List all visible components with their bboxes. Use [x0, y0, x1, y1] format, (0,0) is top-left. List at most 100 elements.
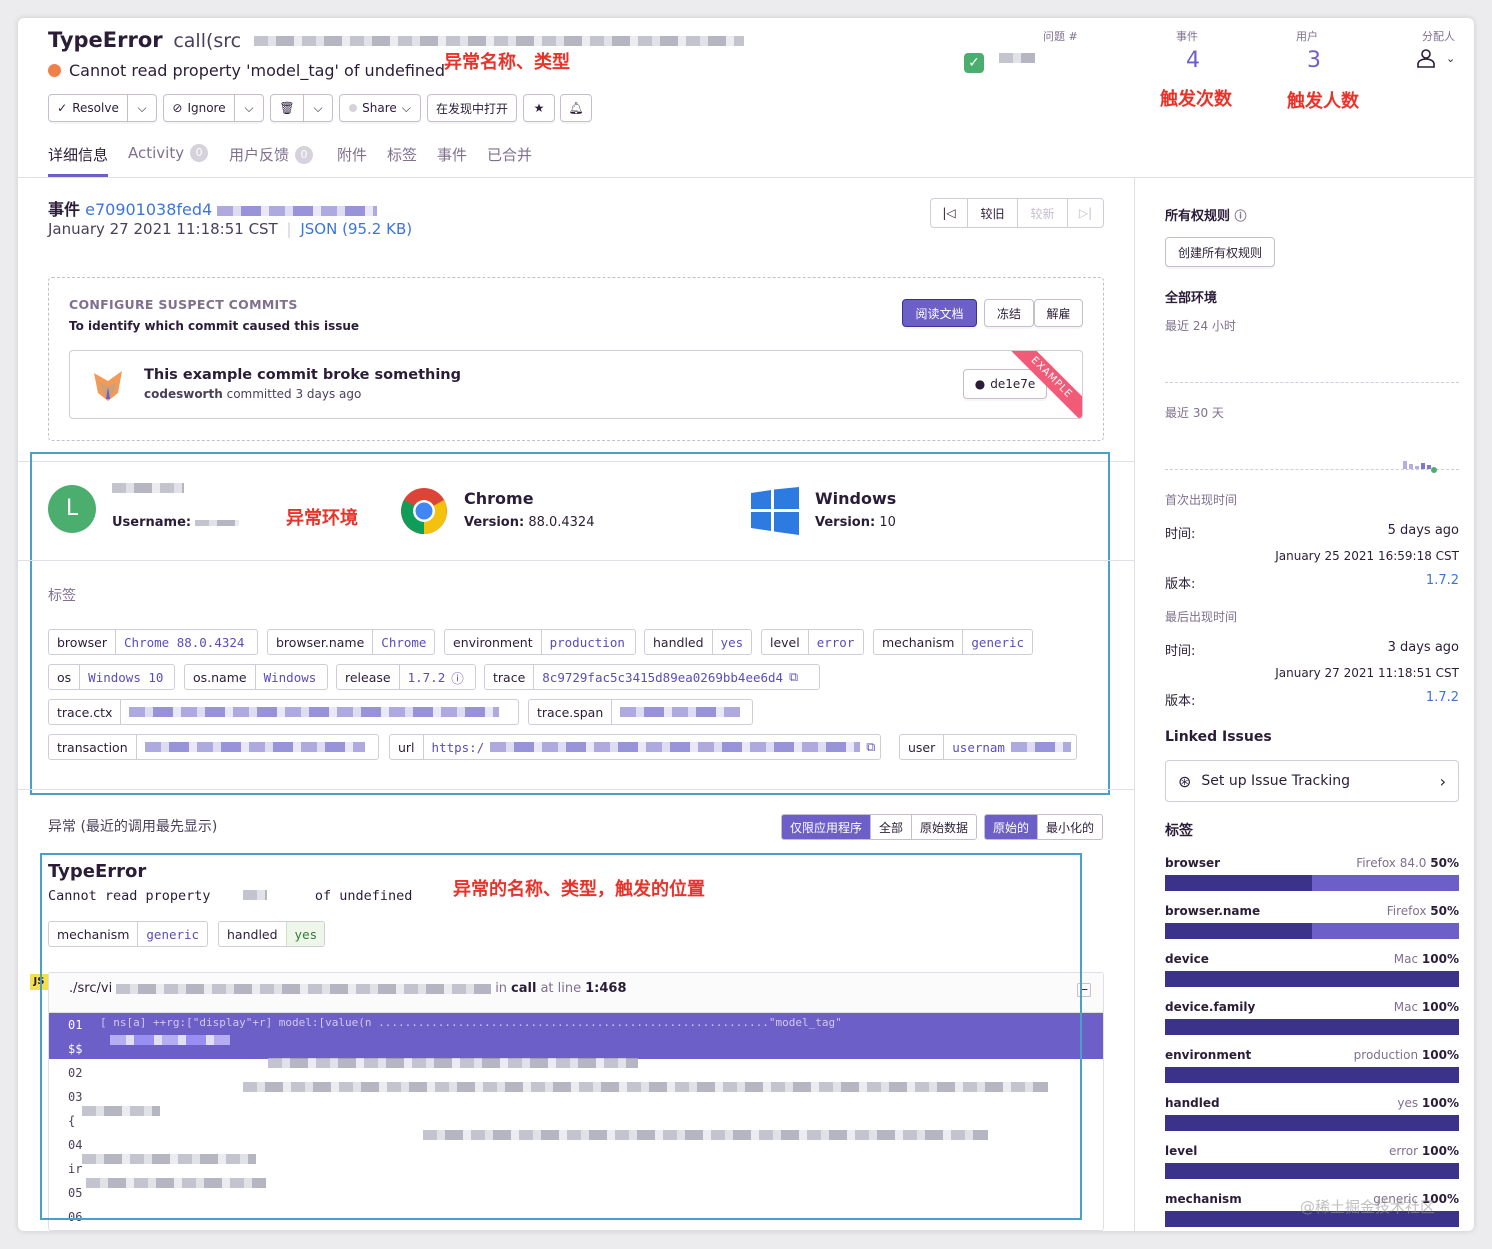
tag-bar-level[interactable] [1165, 1163, 1459, 1179]
delete-dropdown-button[interactable]: ⌵ [303, 94, 333, 122]
subscribe-button[interactable]: 🔔︎ [560, 94, 592, 122]
event-id-line: 事件 e70901038fed4 [48, 196, 378, 220]
first-seen-date: January 25 2021 16:59:18 CST [1275, 549, 1459, 563]
first-page-icon: |◁ [942, 206, 956, 220]
chevron-down-icon: ⌵ [401, 100, 411, 115]
tag-trace[interactable]: trace 8c9729fac5c3415d89ea0269bb4ee6d4 ⧉ [484, 664, 820, 690]
info-icon[interactable]: ⓘ [451, 668, 464, 687]
newest-event-button[interactable]: ▷| [1067, 199, 1103, 227]
chevron-right-icon: › [1439, 771, 1446, 791]
stack-format-toggle: 原始的 最小化的 [984, 814, 1104, 840]
events-count[interactable]: 4 [1186, 48, 1200, 73]
tag-url[interactable]: url https:/⧉ [389, 734, 881, 760]
error-type: TypeError [48, 28, 163, 52]
ignore-button[interactable]: ⊘ Ignore [163, 94, 235, 122]
tag-bar-label-device: device Mac 100% [1165, 952, 1459, 966]
star-icon: ★ [533, 101, 545, 115]
project-badge-icon[interactable]: ✓ [964, 53, 984, 73]
chevron-down-icon: ⌵ [137, 100, 147, 115]
read-docs-button[interactable]: 阅读文档 [902, 299, 977, 327]
sparkline-30d[interactable] [1165, 469, 1459, 470]
tag-level[interactable]: level error [761, 629, 864, 655]
tag-transaction[interactable]: transaction [48, 734, 379, 760]
annotation-trigger-count: 触发次数 [1160, 89, 1232, 110]
tag-release[interactable]: release 1.7.2 ⓘ [336, 664, 476, 690]
delete-button[interactable]: 🗑 [270, 94, 304, 122]
tag-user[interactable]: user usernam [899, 734, 1077, 760]
chevron-down-icon: ⌵ [244, 100, 254, 115]
first-seen-time: 5 days ago [1387, 523, 1459, 538]
tag-environment[interactable]: environment production [444, 629, 636, 655]
tags-divider [18, 789, 1134, 790]
tab-details[interactable]: 详细信息 [48, 144, 108, 165]
tab-tags[interactable]: 标签 [387, 144, 417, 165]
tag-trace-span[interactable]: trace.span [528, 699, 753, 725]
open-in-discover-button[interactable]: 在发现中打开 [427, 94, 517, 122]
tag-handled[interactable]: handled yes [644, 629, 752, 655]
tag-bar-label-device-family: device.family Mac 100% [1165, 1000, 1459, 1014]
tag-bar-browser-name[interactable] [1165, 923, 1459, 939]
external-link-icon[interactable]: ⧉ [866, 739, 875, 755]
older-event-button[interactable]: 较旧 [967, 199, 1017, 227]
tag-bar-browser[interactable] [1165, 875, 1459, 891]
tag-bar-handled[interactable] [1165, 1115, 1459, 1131]
first-seen-version-link[interactable]: 1.7.2 [1426, 573, 1459, 588]
raw-button[interactable]: 原始数据 [911, 815, 976, 839]
minified-button[interactable]: 最小化的 [1037, 815, 1102, 839]
dismiss-button[interactable]: 解雇 [1034, 299, 1083, 327]
full-button[interactable]: 全部 [870, 815, 911, 839]
tag-browser-name[interactable]: browser.name Chrome [267, 629, 435, 655]
users-count[interactable]: 3 [1307, 48, 1321, 73]
ownership-rules-heading: 所有权规则 ⓘ [1165, 209, 1247, 224]
tag-os-name[interactable]: os.name Windows [184, 664, 328, 690]
create-ownership-rule-button[interactable]: 创建所有权规则 [1165, 237, 1275, 267]
assignee-selector[interactable]: ⌄ [1416, 48, 1455, 68]
share-button[interactable]: Share ⌵ [339, 94, 421, 122]
last-seen-version-link[interactable]: 1.7.2 [1426, 690, 1459, 705]
redacted-value [620, 707, 741, 717]
tab-merged[interactable]: 已合并 [487, 144, 532, 165]
json-link[interactable]: JSON (95.2 KB) [300, 220, 412, 238]
commit-meta: committed 3 days ago [226, 387, 362, 401]
tag-bar-device-family[interactable] [1165, 1019, 1459, 1035]
tab-user-feedback[interactable]: 用户反馈 0 [229, 144, 314, 165]
tag-browser[interactable]: browser Chrome 88.0.4324 [48, 629, 258, 655]
tag-trace-ctx[interactable]: trace.ctx [48, 699, 519, 725]
user-icon [1417, 49, 1435, 68]
external-link-icon[interactable]: ⧉ [789, 669, 798, 685]
ignore-dropdown-button[interactable]: ⌵ [234, 94, 264, 122]
sparkline-24h[interactable] [1165, 382, 1459, 383]
issue-details-page: TypeError call(src Cannot read property … [18, 18, 1474, 1231]
bookmark-button[interactable]: ★ [523, 94, 555, 122]
tag-bar-device[interactable] [1165, 971, 1459, 987]
newer-event-button[interactable]: 较新 [1017, 199, 1067, 227]
last-seen-time-label: 时间: [1165, 644, 1196, 659]
level-dot-icon [48, 64, 61, 77]
resolve-dropdown-button[interactable]: ⌵ [127, 94, 157, 122]
app-only-button[interactable]: 仅限应用程序 [782, 815, 871, 839]
redacted-value [1010, 742, 1071, 752]
setup-issue-tracking-button[interactable]: ⊛ Set up Issue Tracking › [1165, 760, 1459, 802]
snooze-button[interactable]: 冻结 [984, 299, 1034, 327]
redacted-issue-number [999, 53, 1035, 63]
exception-heading: 异常 (最近的调用最先显示) [48, 819, 218, 835]
tag-mechanism[interactable]: mechanism generic [873, 629, 1033, 655]
browser-version-line: Version: 88.0.4324 [464, 515, 595, 530]
tag-bar-environment[interactable] [1165, 1067, 1459, 1083]
resolve-button[interactable]: ✓ Resolve [48, 94, 128, 122]
redacted-culprit [253, 36, 744, 46]
tag-bar-label-handled: handled yes 100% [1165, 1096, 1459, 1110]
tab-activity[interactable]: Activity 0 [128, 144, 209, 162]
tab-events[interactable]: 事件 [437, 144, 467, 165]
trash-icon: 🗑 [279, 101, 295, 115]
tab-attachments[interactable]: 附件 [337, 144, 367, 165]
oldest-event-button[interactable]: |◁ [931, 199, 967, 227]
chevron-down-icon: ⌄ [1446, 51, 1456, 65]
original-button[interactable]: 原始的 [985, 815, 1038, 839]
username-line: Username: [112, 515, 240, 530]
help-icon[interactable]: ⓘ [1235, 209, 1247, 223]
last-seen-version-label: 版本: [1165, 694, 1196, 709]
event-id-link[interactable]: e70901038fed4 [85, 200, 212, 219]
tag-os[interactable]: os Windows 10 [48, 664, 175, 690]
os-version-line: Version: 10 [815, 515, 896, 530]
